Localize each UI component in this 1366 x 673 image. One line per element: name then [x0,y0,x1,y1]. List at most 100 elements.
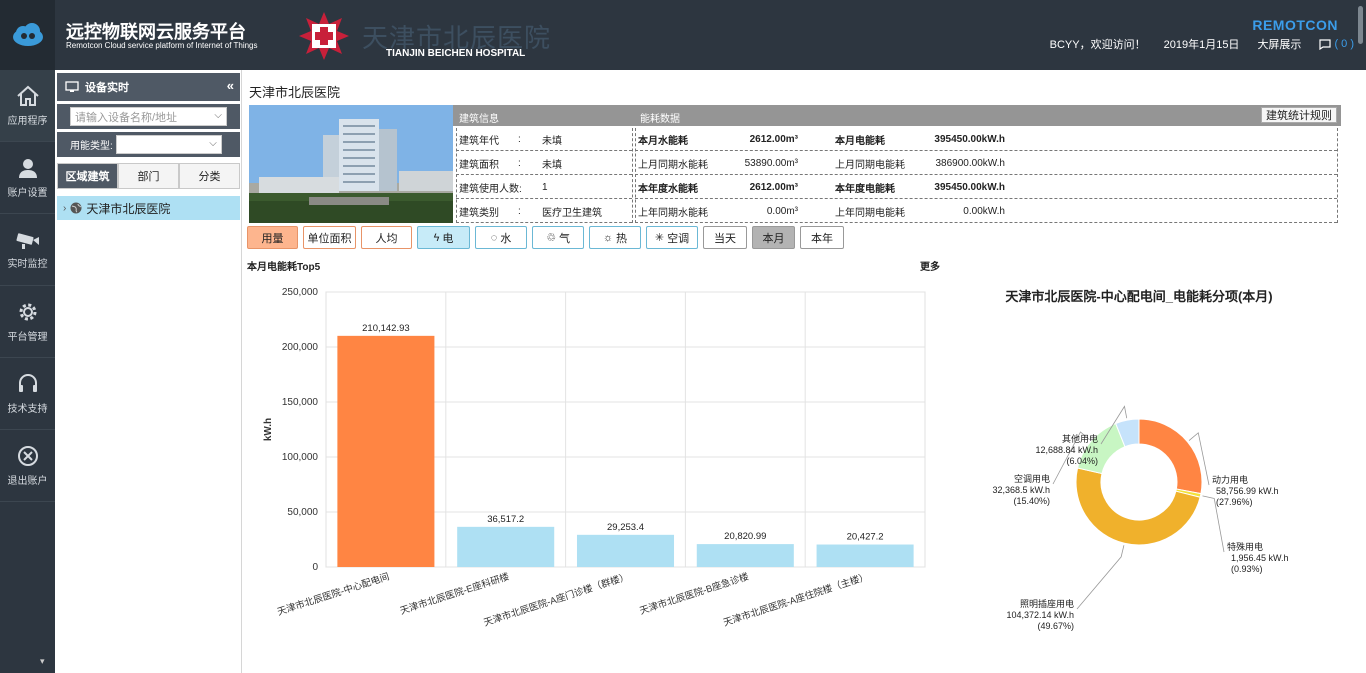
energy-row: 本年度水能耗 2612.00m³ 本年度电能耗 395450.00kW.h [635,176,1337,199]
top-header: 远控物联网云服务平台 Remotcon Cloud service platfo… [0,0,1366,70]
button-label: 本月 [762,232,785,245]
button-label: 气 [558,232,570,245]
building-colon: : [518,133,521,145]
this-year-button[interactable]: 本年 [800,226,844,249]
button-label: 热 [616,232,628,245]
drop-icon: ◌ [490,231,498,244]
button-label: 当天 [714,232,736,245]
chevron-right-icon[interactable]: › [63,203,66,214]
tab-category[interactable]: 分类 [179,163,240,189]
building-label: 建筑使用人数: [459,183,522,195]
building-colon: : [518,205,521,217]
nav-item-monitor[interactable]: 实时监控 [0,214,55,286]
slice-label-line: (6.04%) [1066,456,1098,466]
energy-type-select[interactable]: ⌵ [115,135,222,154]
per-capita-button[interactable]: 人均 [361,226,412,249]
building-value: 医疗卫生建筑 [542,207,602,219]
monitor-icon [65,81,79,92]
snowflake-icon: ✳ [654,232,665,244]
collapse-icon[interactable]: « [227,78,234,93]
building-label: 建筑面积 [459,159,499,171]
nav-item-platform[interactable]: 平台管理 [0,286,55,358]
big-screen-link[interactable]: 大屏展示 [1257,36,1301,52]
building-row: 建筑类别 : 医疗卫生建筑 [456,200,632,223]
data-label: 36,517.2 [487,514,524,525]
tree-item-hospital[interactable]: › 天津市北辰医院 [57,196,240,220]
page-title: 天津市北辰医院 [249,85,341,100]
today-button[interactable]: 当天 [703,226,747,249]
energy-row: 本月水能耗 2612.00m³ 本月电能耗 395450.00kW.h [635,128,1337,151]
leader-line [1076,545,1125,610]
y-tick-label: 250,000 [282,287,319,298]
panel-header: 设备实时 « [57,73,240,101]
message-button[interactable]: ( 0 ) [1319,38,1354,50]
energy-row: 上年同期水能耗 0.00m³ 上年同期电能耗 0.00kW.h [635,200,1337,223]
slice-label: 其他用电 12,688.84 kW.h (6.04%) [1035,433,1098,466]
tab-area-building[interactable]: 区域建筑 [57,163,118,189]
data-label: 210,142.93 [362,323,410,334]
energy-type-label: 用能类型: [70,141,113,152]
y-tick-label: 0 [312,562,318,573]
y-tick-label: 150,000 [282,397,319,408]
slice-label-line: (15.40%) [1013,496,1050,506]
electric-button[interactable]: ϟ电 [417,226,470,249]
nav-item-support[interactable]: 技术支持 [0,358,55,430]
building-rule-button[interactable]: 建筑统计规则 [1261,107,1337,123]
x-tick-label: 天津市北辰医院-B座急诊楼 [638,570,751,617]
slice-label-line: 照明插座用电 [1020,598,1074,609]
left-nav: 应用程序 账户设置 实时监控 平台管理 技术支持 退出账户 ▾ [0,70,55,673]
nav-item-logout[interactable]: 退出账户 [0,430,55,502]
pie-slice [1138,418,1203,495]
this-month-button[interactable]: 本月 [752,226,795,249]
slice-label-line: 其他用电 [1062,433,1098,444]
button-label: 用量 [261,232,284,245]
bolt-icon: ϟ [433,231,440,244]
slice-label-line: 58,756.99 kW.h [1216,486,1279,496]
energy-value: 53890.00m³ [744,157,798,169]
close-circle-icon [17,445,38,466]
energy-value: 0.00m³ [766,205,798,217]
chat-icon [1319,38,1332,50]
gas-icon: ♲ [546,232,556,244]
building-value: 1 [542,181,548,193]
building-row: 建筑使用人数: 1 [456,176,632,199]
unit-area-button[interactable]: 单位面积 [303,226,356,249]
tab-department[interactable]: 部门 [118,163,179,189]
building-colon: : [518,157,521,169]
pie-chart: 动力用电 58,756.99 kW.h (27.96%) 特殊用电 1,956.45 k… [992,405,1289,631]
nav-item-account[interactable]: 账户设置 [0,142,55,214]
hospital-logo-icon [299,12,349,60]
header-user-area: BCYY，欢迎访问！ 2019年1月15日 大屏展示 ( 0 ) [1050,36,1354,52]
slice-label-line: 空调用电 [1014,473,1050,484]
energy-row: 上月同期水能耗 53890.00m³ 上月同期电能耗 386900.00kW.h [635,152,1337,175]
nav-label: 平台管理 [7,331,48,343]
water-button[interactable]: ◌ 水 [475,226,527,249]
nav-item-apps[interactable]: 应用程序 [0,70,55,142]
chevron-down-icon: ⌵ [209,138,217,149]
building-value: 未填 [542,135,562,147]
scrollbar[interactable] [1358,6,1363,44]
energy-label: 上月同期电能耗 [835,159,905,171]
filter-button-row: 用量 单位面积 人均 ϟ电 ◌ 水 ♲ 气 ☼ 热 ✳ 空调 当天 本月 本年 [247,226,844,249]
button-label: 空调 [667,232,690,245]
y-tick-label: 100,000 [282,452,319,463]
slice-label-line: (49.67%) [1037,621,1074,631]
panel-title: 设备实时 [85,82,129,94]
bar [816,544,914,567]
divider [1337,128,1338,223]
pin-icon[interactable]: ▾ [40,656,45,667]
energy-value: 2612.00m³ [749,133,798,145]
heat-button[interactable]: ☼ 热 [589,226,641,249]
main-content: 天津市北辰医院 建筑信息 能耗数据 建筑统计规则 建筑年代 : 未填 建筑面积 … [242,70,1366,673]
gas-button[interactable]: ♲ 气 [532,226,584,249]
slice-label: 动力用电 58,756.99 kW.h (27.96%) [1212,474,1279,507]
slice-label-line: 104,372.14 kW.h [1006,610,1074,620]
aircon-button[interactable]: ✳ 空调 [646,226,698,249]
search-row: 请输入设备名称/地址 ⌵ [57,104,240,129]
energy-value: 2612.00m³ [749,181,798,193]
bar [457,526,555,567]
building-info-header: 建筑信息 [459,114,499,125]
usage-button[interactable]: 用量 [247,226,298,249]
hospital-name-en: TIANJIN BEICHEN HOSPITAL [386,48,526,59]
search-input[interactable]: 请输入设备名称/地址 ⌵ [70,107,227,126]
